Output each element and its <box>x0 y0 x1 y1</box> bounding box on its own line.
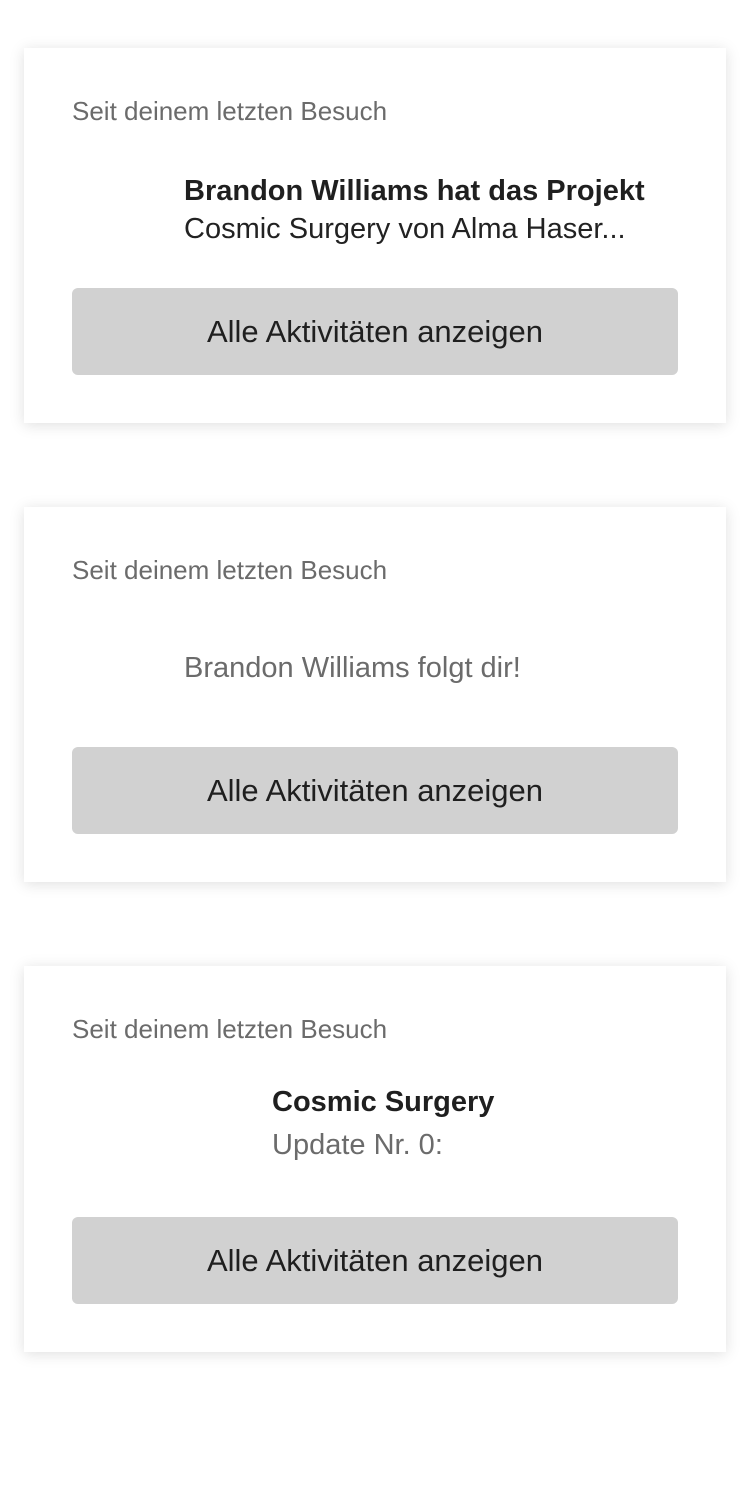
activity-detail: Brandon Williams folgt dir! <box>184 652 521 684</box>
activity-entry[interactable]: Brandon Williams folgt dir! <box>184 649 521 687</box>
show-all-activities-button[interactable]: Alle Aktivitäten anzeigen <box>72 747 678 834</box>
since-last-visit-label: Seit deinem letzten Besuch <box>72 1014 388 1044</box>
activity-detail: Cosmic Surgery von Alma Haser... <box>184 213 626 245</box>
update-label: Update Nr. 0: <box>272 1129 443 1161</box>
activity-headline: Brandon Williams hat das Projekt <box>184 175 645 207</box>
activity-card: Seit deinem letzten Besuch Brandon Willi… <box>24 48 726 423</box>
since-last-visit-label: Seit deinem letzten Besuch <box>72 555 388 585</box>
activity-card: Seit deinem letzten Besuch Brandon Willi… <box>24 507 726 882</box>
since-last-visit-label: Seit deinem letzten Besuch <box>72 96 388 126</box>
activity-entry[interactable]: Brandon Williams hat das Projekt Cosmic … <box>184 172 645 248</box>
project-title: Cosmic Surgery <box>272 1086 495 1118</box>
activity-entry[interactable]: Cosmic Surgery Update Nr. 0: <box>272 1082 494 1168</box>
activity-card: Seit deinem letzten Besuch Cosmic Surger… <box>24 966 726 1352</box>
show-all-activities-button[interactable]: Alle Aktivitäten anzeigen <box>72 1217 678 1304</box>
show-all-activities-button[interactable]: Alle Aktivitäten anzeigen <box>72 288 678 375</box>
